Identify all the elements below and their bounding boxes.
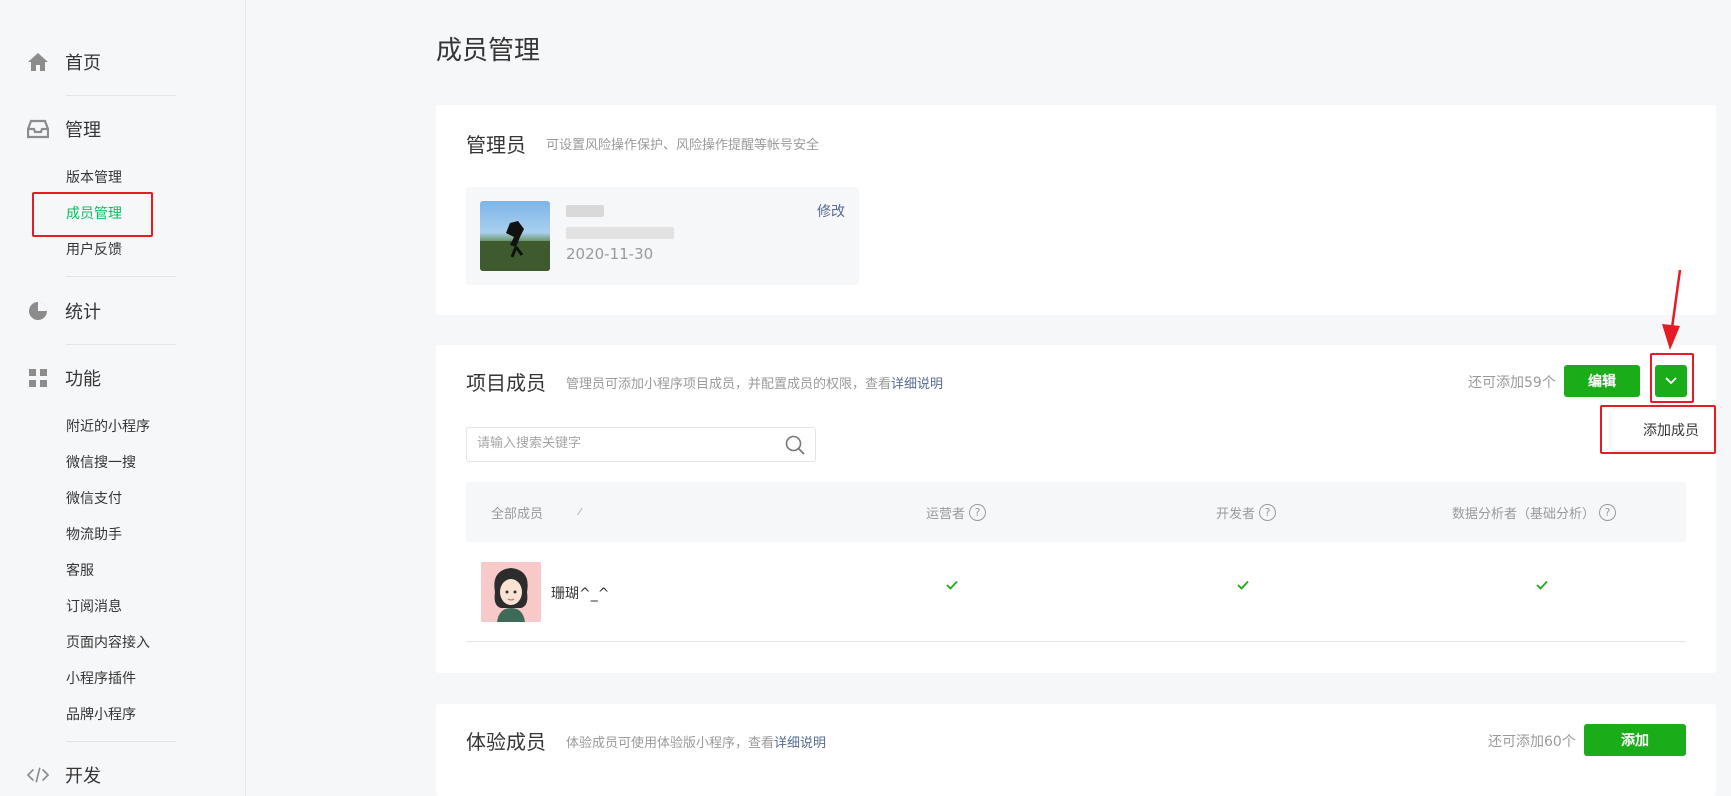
col-analyst: 数据分析者（基础分析）? [1452, 503, 1617, 522]
code-icon [27, 764, 49, 786]
pie-chart-icon [27, 300, 49, 322]
nav-item-service[interactable]: 客服 [66, 561, 94, 581]
nav-item-subscribe[interactable]: 订阅消息 [66, 597, 122, 617]
table-row: 珊瑚^_^ [466, 542, 1686, 642]
admin-desc: 可设置风险操作保护、风险操作提醒等帐号安全 [546, 138, 820, 153]
annotation-arrow-icon [1662, 269, 1682, 350]
check-icon [946, 580, 958, 590]
member-search [466, 427, 816, 462]
experience-detail-link[interactable]: 详细说明 [774, 736, 826, 751]
nav-item-plugin[interactable]: 小程序插件 [66, 669, 136, 689]
nav-item-pay[interactable]: 微信支付 [66, 489, 122, 509]
nav-develop-label: 开发 [65, 766, 101, 787]
nav-manage[interactable]: 管理 [27, 114, 101, 144]
nav-home-label: 首页 [65, 53, 101, 74]
project-title: 项目成员 [466, 371, 546, 395]
col-developer: 开发者? [1216, 503, 1277, 522]
admin-name-redacted [566, 205, 604, 217]
nav-features[interactable]: 功能 [27, 363, 101, 393]
nav-item-search[interactable]: 微信搜一搜 [66, 453, 136, 473]
admin-title: 管理员 [466, 133, 526, 157]
nav-home[interactable]: 首页 [27, 47, 101, 77]
nav-item-nearby[interactable]: 附近的小程序 [66, 417, 150, 437]
admin-info: 2020-11-30 修改 [466, 187, 859, 285]
page-title: 成员管理 [436, 36, 541, 66]
search-icon[interactable] [785, 435, 805, 455]
divider [66, 344, 176, 345]
admin-avatar [480, 201, 550, 271]
annotation-box-dropdown [1650, 353, 1694, 403]
divider [66, 95, 176, 96]
nav-item-brand[interactable]: 品牌小程序 [66, 705, 136, 725]
member-name: 珊瑚^_^ [551, 586, 610, 602]
admin-card: 管理员 可设置风险操作保护、风险操作提醒等帐号安全 2020-11-30 修改 [436, 105, 1716, 315]
admin-date: 2020-11-30 [566, 245, 654, 263]
experience-remaining: 还可添加60个 [1488, 734, 1576, 750]
sort-icon[interactable]: ⁄ [579, 507, 581, 518]
nav-item-version[interactable]: 版本管理 [66, 168, 122, 188]
check-icon [1536, 580, 1548, 590]
inbox-icon [27, 118, 49, 140]
help-icon[interactable]: ? [969, 504, 987, 521]
help-icon[interactable]: ? [1259, 504, 1277, 521]
search-input[interactable] [477, 436, 777, 451]
experience-desc: 体验成员可使用体验版小程序，查看详细说明 [566, 736, 827, 751]
grid-icon [27, 367, 49, 389]
experience-title: 体验成员 [466, 730, 546, 754]
help-icon[interactable]: ? [1599, 504, 1617, 521]
sidebar: 首页 管理 版本管理 成员管理 用户反馈 统计 功能 附近的小程序 微信搜一搜 … [0, 0, 246, 796]
divider [66, 741, 176, 742]
nav-item-content[interactable]: 页面内容接入 [66, 633, 150, 653]
nav-item-feedback[interactable]: 用户反馈 [66, 240, 122, 260]
project-detail-link[interactable]: 详细说明 [891, 377, 943, 392]
col-all-members[interactable]: 全部成员 ⁄ [491, 503, 581, 522]
member-avatar [481, 562, 541, 622]
annotation-box-members [32, 192, 153, 237]
experience-members-card: 体验成员 体验成员可使用体验版小程序，查看详细说明 还可添加60个 添加 [436, 704, 1716, 796]
project-desc: 管理员可添加小程序项目成员，并配置成员的权限，查看详细说明 [566, 377, 944, 392]
edit-members-button[interactable]: 编辑 [1564, 365, 1640, 397]
project-members-card: 项目成员 管理员可添加小程序项目成员，并配置成员的权限，查看详细说明 还可添加5… [436, 345, 1716, 673]
nav-item-logistics[interactable]: 物流助手 [66, 525, 122, 545]
col-operator: 运营者? [926, 503, 987, 522]
nav-develop[interactable]: 开发 [27, 760, 101, 790]
nav-stats-label: 统计 [65, 302, 101, 323]
check-icon [1237, 580, 1249, 590]
project-remaining: 还可添加59个 [1468, 375, 1556, 391]
admin-id-redacted [566, 227, 674, 239]
nav-stats[interactable]: 统计 [27, 296, 101, 326]
home-icon [27, 51, 49, 73]
divider [66, 276, 176, 277]
nav-features-label: 功能 [65, 369, 101, 390]
admin-edit-link[interactable]: 修改 [817, 201, 845, 221]
add-experience-button[interactable]: 添加 [1584, 724, 1686, 756]
members-table-header: 全部成员 ⁄ 运营者? 开发者? 数据分析者（基础分析）? [466, 482, 1686, 542]
annotation-box-add-member [1600, 405, 1716, 454]
nav-manage-label: 管理 [65, 120, 101, 141]
